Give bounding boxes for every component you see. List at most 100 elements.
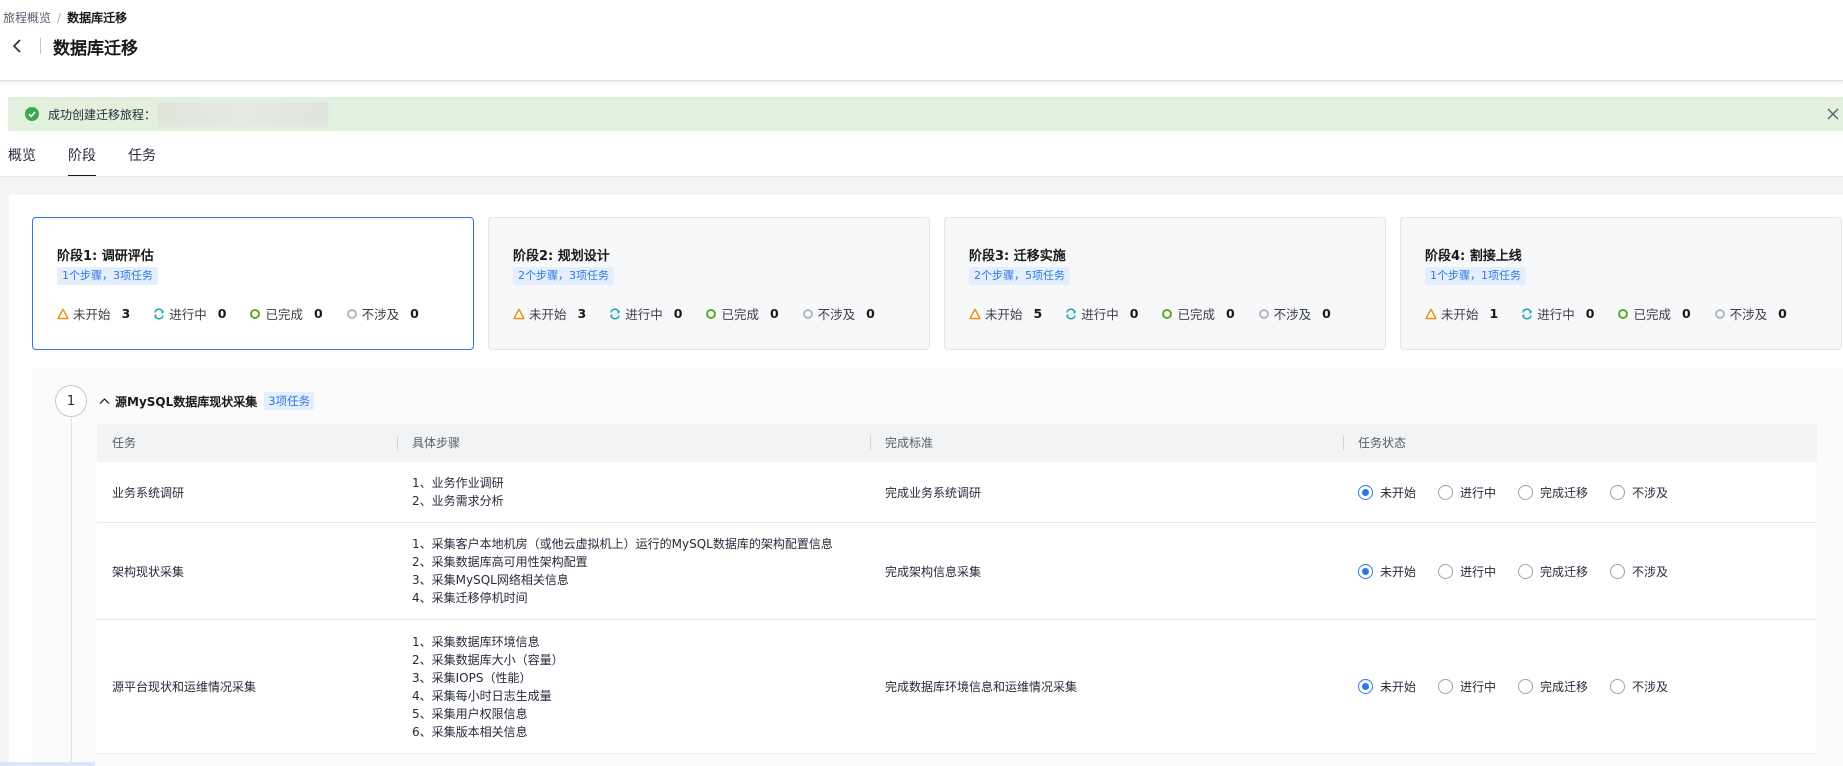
stat-not-started: 未开始 3: [513, 304, 586, 323]
stat-label: 进行中: [1081, 307, 1119, 322]
stage-card-1[interactable]: 阶段1: 调研评估 1个步骤，3项任务未开始 3 进行中 0 已完成 0 不涉及 0: [32, 217, 474, 350]
status-radio-completed[interactable]: 完成迁移: [1518, 563, 1588, 580]
step-timeline-line: [71, 418, 72, 766]
radio-circle[interactable]: [1518, 484, 1534, 500]
step-line: 1、采集客户本地机房（或他云虚拟机上）运行的MySQL数据库的架构配置信息: [412, 537, 833, 551]
na-circle-icon: [802, 308, 814, 320]
stage-card-4[interactable]: 阶段4: 割接上线 1个步骤，1项任务 未开始 1 进行中 0 已完成 0 不涉及 0: [1400, 217, 1842, 350]
stat-label: 已完成: [721, 307, 759, 322]
tab-tasks[interactable]: 任务: [128, 145, 156, 177]
radio-circle[interactable]: [1438, 679, 1454, 694]
stat-in-progress: 进行中 0: [1521, 304, 1594, 323]
banner-close-button[interactable]: [1825, 106, 1841, 122]
stat-not-applicable: 不涉及 0: [1258, 304, 1331, 323]
step-line: 2、采集数据库大小（容量）: [412, 652, 564, 667]
task-name: 架构现状采集: [112, 564, 185, 579]
stat-completed: 已完成 0: [705, 304, 779, 323]
status-radio-in-progress[interactable]: 进行中: [1438, 563, 1496, 580]
stat-label: 未开始: [1441, 307, 1479, 322]
step-line: 2、采集数据库高可用性架构配置: [412, 555, 588, 569]
radio-circle[interactable]: [1438, 484, 1454, 500]
task-standard: 完成数据库环境信息和运维情况采集: [885, 680, 1078, 694]
task-standard: 完成架构信息采集: [885, 564, 982, 579]
warning-triangle-icon: [1425, 308, 1437, 320]
stat-not-started: 未开始 3: [57, 304, 130, 323]
step-name: 源MySQL数据库现状采集: [115, 394, 258, 409]
stage-stats: 未开始 3 进行中 0 已完成 0 不涉及 0: [513, 304, 875, 323]
stat-value: 0: [410, 306, 419, 321]
stat-label: 已完成: [1633, 307, 1671, 322]
stat-label: 不涉及: [361, 307, 400, 322]
stage-card-3[interactable]: 阶段3: 迁移实施 2个步骤，5项任务 未开始 5 进行中 0 已完成 0 不涉及 0: [944, 217, 1386, 350]
complete-circle-icon: [249, 308, 261, 320]
sync-icon: [153, 307, 165, 320]
breadcrumb-current: 数据库迁移: [67, 11, 128, 25]
warning-triangle-icon: [57, 308, 69, 320]
task-steps: 1、采集客户本地机房（或他云虚拟机上）运行的MySQL数据库的架构配置信息 2、采…: [397, 535, 870, 607]
task-table: 任务 具体步骤 完成标准 任务状态 业务系统调研 1、业务作业调研 2、业务需求分析…: [97, 424, 1817, 754]
header-shadow: [0, 81, 1843, 85]
step-line: 2、业务需求分析: [412, 494, 504, 508]
stage-card-2[interactable]: 阶段2: 规划设计 2个步骤，3项任务 未开始 3 进行中 0 已完成 0 不涉及 0: [488, 217, 930, 350]
radio-label: 完成迁移: [1540, 564, 1589, 579]
radio-circle[interactable]: [1610, 563, 1626, 579]
chevron-up-icon: [99, 398, 109, 404]
stat-not-started: 未开始 5: [969, 304, 1042, 323]
task-steps: 1、采集数据库环境信息 2、采集数据库大小（容量） 3、采集IOPS（性能） 4、采集…: [397, 633, 870, 741]
step-line: 4、采集迁移停机时间: [412, 591, 528, 605]
stat-value: 0: [1585, 306, 1595, 321]
stat-not-started: 未开始 1: [1425, 304, 1498, 323]
stage-summary-tag: 1个步骤，1项任务: [1425, 267, 1526, 285]
step-line: 1、采集数据库环境信息: [412, 634, 540, 649]
table-row: 架构现状采集 1、采集客户本地机房（或他云虚拟机上）运行的MySQL数据库的架构配…: [97, 523, 1817, 620]
column-header-status: 任务状态: [1343, 424, 1817, 462]
radio-circle[interactable]: [1610, 484, 1626, 500]
status-radio-completed[interactable]: 完成迁移: [1518, 678, 1588, 695]
status-radio-completed[interactable]: 完成迁移: [1518, 484, 1588, 501]
stage-stats: 未开始 3 进行中 0 已完成 0 不涉及 0: [57, 304, 419, 323]
back-button[interactable]: [8, 35, 26, 57]
stat-label: 进行中: [1537, 307, 1575, 322]
success-banner: 成功创建迁移旅程：: [8, 97, 1843, 131]
status-radio-not-started[interactable]: 未开始: [1358, 678, 1416, 695]
stage-title: 阶段1: 调研评估: [57, 249, 154, 264]
stat-label: 未开始: [73, 307, 111, 322]
title-divider: [40, 38, 41, 54]
tab-overview[interactable]: 概览: [8, 145, 36, 177]
radio-circle[interactable]: [1358, 484, 1373, 500]
stat-label: 不涉及: [1273, 307, 1312, 322]
radio-circle[interactable]: [1358, 679, 1373, 694]
status-radio-not-started[interactable]: 未开始: [1358, 563, 1416, 580]
radio-label: 未开始: [1380, 680, 1417, 694]
radio-label: 不涉及: [1632, 485, 1669, 500]
breadcrumb-link-overview[interactable]: 旅程概览: [3, 9, 51, 26]
radio-circle[interactable]: [1610, 679, 1626, 694]
collapse-button[interactable]: [97, 394, 111, 408]
table-row: 业务系统调研 1、业务作业调研 2、业务需求分析 完成业务系统调研 未开始 进行中 完成迁移…: [97, 462, 1817, 523]
stat-completed: 已完成 0: [1161, 304, 1235, 323]
radio-circle[interactable]: [1358, 563, 1373, 579]
stat-value: 3: [121, 306, 131, 321]
radio-label: 进行中: [1460, 485, 1497, 500]
status-radio-not-applicable[interactable]: 不涉及: [1610, 484, 1668, 501]
status-radio-not-applicable[interactable]: 不涉及: [1610, 563, 1668, 580]
warning-triangle-icon: [969, 308, 981, 320]
radio-circle[interactable]: [1518, 679, 1534, 694]
status-radio-not-started[interactable]: 未开始: [1358, 484, 1416, 501]
step-line: 3、采集IOPS（性能）: [412, 670, 532, 685]
radio-circle[interactable]: [1518, 563, 1534, 579]
step-header: 源MySQL数据库现状采集 3项任务: [97, 392, 315, 410]
tab-stages[interactable]: 阶段: [68, 145, 96, 177]
task-standard: 完成业务系统调研: [885, 485, 982, 500]
status-radio-not-applicable[interactable]: 不涉及: [1610, 678, 1668, 695]
stage-summary-tag: 1个步骤，3项任务: [57, 267, 158, 285]
stat-completed: 已完成 0: [249, 304, 323, 323]
stat-not-applicable: 不涉及 0: [1714, 304, 1787, 323]
stat-label: 进行中: [169, 307, 207, 322]
stat-value: 0: [866, 306, 875, 321]
stage-title: 阶段2: 规划设计: [513, 249, 610, 264]
radio-circle[interactable]: [1438, 563, 1454, 579]
status-radio-in-progress[interactable]: 进行中: [1438, 678, 1496, 695]
stat-value: 0: [217, 306, 227, 321]
status-radio-in-progress[interactable]: 进行中: [1438, 484, 1496, 501]
